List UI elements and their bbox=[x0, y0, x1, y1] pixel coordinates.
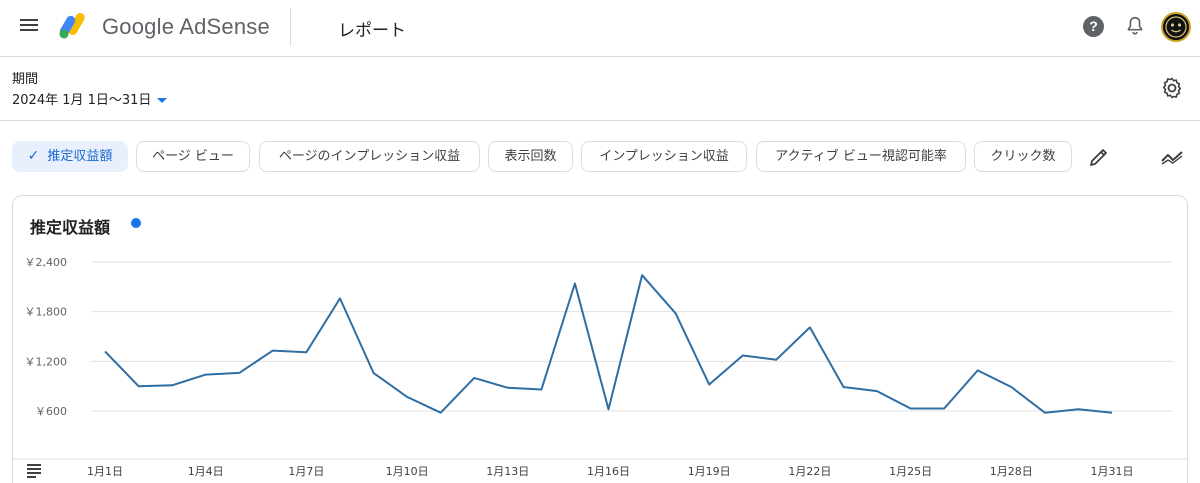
x-tick-label: 1月19日 bbox=[688, 465, 731, 478]
caret-down-icon bbox=[157, 98, 168, 103]
data-point bbox=[975, 368, 980, 373]
series-line bbox=[104, 274, 1113, 414]
chip-label: インプレッション収益 bbox=[599, 149, 729, 164]
x-tick-label: 1月16日 bbox=[587, 465, 630, 478]
x-tick-label: 1月4日 bbox=[188, 465, 224, 478]
data-point bbox=[807, 325, 812, 330]
x-tick-label: 1月7日 bbox=[288, 465, 324, 478]
section-divider bbox=[0, 120, 1200, 121]
data-point bbox=[774, 357, 779, 362]
chip-impressions[interactable]: 表示回数 bbox=[488, 141, 573, 172]
table-view-icon[interactable] bbox=[27, 464, 41, 478]
check-icon: ✓ bbox=[27, 148, 40, 164]
data-point bbox=[673, 311, 678, 316]
help-icon[interactable]: ? bbox=[1083, 16, 1104, 37]
data-point bbox=[371, 370, 376, 375]
chip-impression-rpm[interactable]: インプレッション収益 bbox=[581, 141, 747, 172]
brand-name: Google AdSense bbox=[102, 14, 270, 39]
x-tick-label: 1月13日 bbox=[486, 465, 529, 478]
x-tick-label: 1月22日 bbox=[788, 465, 831, 478]
data-point bbox=[1076, 407, 1081, 412]
chip-estimated-earnings[interactable]: ✓ 推定収益額 bbox=[12, 141, 128, 172]
data-point bbox=[237, 370, 242, 375]
chip-label: 表示回数 bbox=[504, 149, 557, 164]
x-tick-label: 1月31日 bbox=[1091, 465, 1134, 478]
data-point bbox=[707, 382, 712, 387]
x-tick-label: 1月28日 bbox=[990, 465, 1033, 478]
avatar[interactable] bbox=[1161, 12, 1191, 42]
chip-label: ページのインプレッション収益 bbox=[278, 149, 461, 164]
bell-icon[interactable] bbox=[1124, 15, 1146, 37]
data-point bbox=[1009, 384, 1014, 389]
line-chart: ￥2,400 ￥1,800 ￥1,200 ￥600 1月1日 1月4日 1月7日 1月10日 1… bbox=[13, 256, 1189, 478]
data-point bbox=[505, 385, 510, 390]
header-divider bbox=[290, 8, 291, 46]
chart-card: 推定収益額 ￥2,400 ￥1,800 ￥1,200 ￥600 1月1日 1月4日 1月7日… bbox=[12, 195, 1189, 483]
page-title: レポート bbox=[338, 21, 406, 41]
data-point bbox=[942, 406, 947, 411]
data-point bbox=[405, 394, 410, 399]
data-point bbox=[304, 350, 309, 355]
data-point bbox=[203, 372, 208, 377]
chip-page-views[interactable]: ページ ビュー bbox=[136, 141, 250, 172]
chip-label: ページ ビュー bbox=[152, 149, 234, 164]
data-point bbox=[270, 348, 275, 353]
data-point bbox=[438, 410, 443, 415]
data-point bbox=[337, 296, 342, 301]
chip-active-view-viewable[interactable]: アクティブ ビュー視認可能率 bbox=[756, 141, 966, 172]
y-tick-label: ￥1,800 bbox=[25, 306, 68, 319]
y-tick-label: ￥1,200 bbox=[25, 355, 68, 368]
x-tick-label: 1月25日 bbox=[889, 465, 932, 478]
chip-label: クリック数 bbox=[990, 149, 1056, 164]
date-range-dropdown[interactable]: 2024年 1月 1日〜31日 bbox=[12, 89, 168, 108]
data-point bbox=[472, 375, 477, 380]
chip-label: アクティブ ビュー視認可能率 bbox=[775, 149, 947, 164]
data-point bbox=[875, 389, 880, 394]
data-point bbox=[640, 273, 645, 278]
gear-icon[interactable] bbox=[1160, 76, 1184, 100]
data-point bbox=[103, 349, 108, 354]
data-point bbox=[539, 387, 544, 392]
data-point bbox=[908, 406, 913, 411]
data-point bbox=[740, 353, 745, 358]
app-header: Google AdSense レポート ? bbox=[0, 0, 1200, 57]
y-tick-label: ￥2,400 bbox=[25, 256, 68, 269]
chip-clicks[interactable]: クリック数 bbox=[974, 141, 1072, 172]
menu-icon[interactable] bbox=[18, 16, 40, 38]
data-point bbox=[136, 384, 141, 389]
data-point bbox=[1110, 410, 1115, 415]
chip-label: 推定収益額 bbox=[47, 149, 113, 164]
y-tick-label: ￥600 bbox=[35, 405, 67, 418]
date-range-text: 2024年 1月 1日〜31日 bbox=[12, 93, 152, 108]
pencil-icon[interactable] bbox=[1087, 145, 1111, 169]
data-point bbox=[606, 407, 611, 412]
data-point bbox=[841, 384, 846, 389]
data-point bbox=[170, 383, 175, 388]
data-point bbox=[1042, 410, 1047, 415]
x-tick-label: 1月1日 bbox=[87, 465, 123, 478]
date-label: 期間 bbox=[12, 72, 39, 87]
chip-page-rpm[interactable]: ページのインプレッション収益 bbox=[259, 141, 480, 172]
trend-icon[interactable] bbox=[1160, 145, 1186, 169]
avatar-face-icon bbox=[1165, 16, 1187, 38]
data-point bbox=[572, 281, 577, 286]
x-tick-label: 1月10日 bbox=[386, 465, 429, 478]
adsense-logo-icon bbox=[59, 13, 85, 39]
